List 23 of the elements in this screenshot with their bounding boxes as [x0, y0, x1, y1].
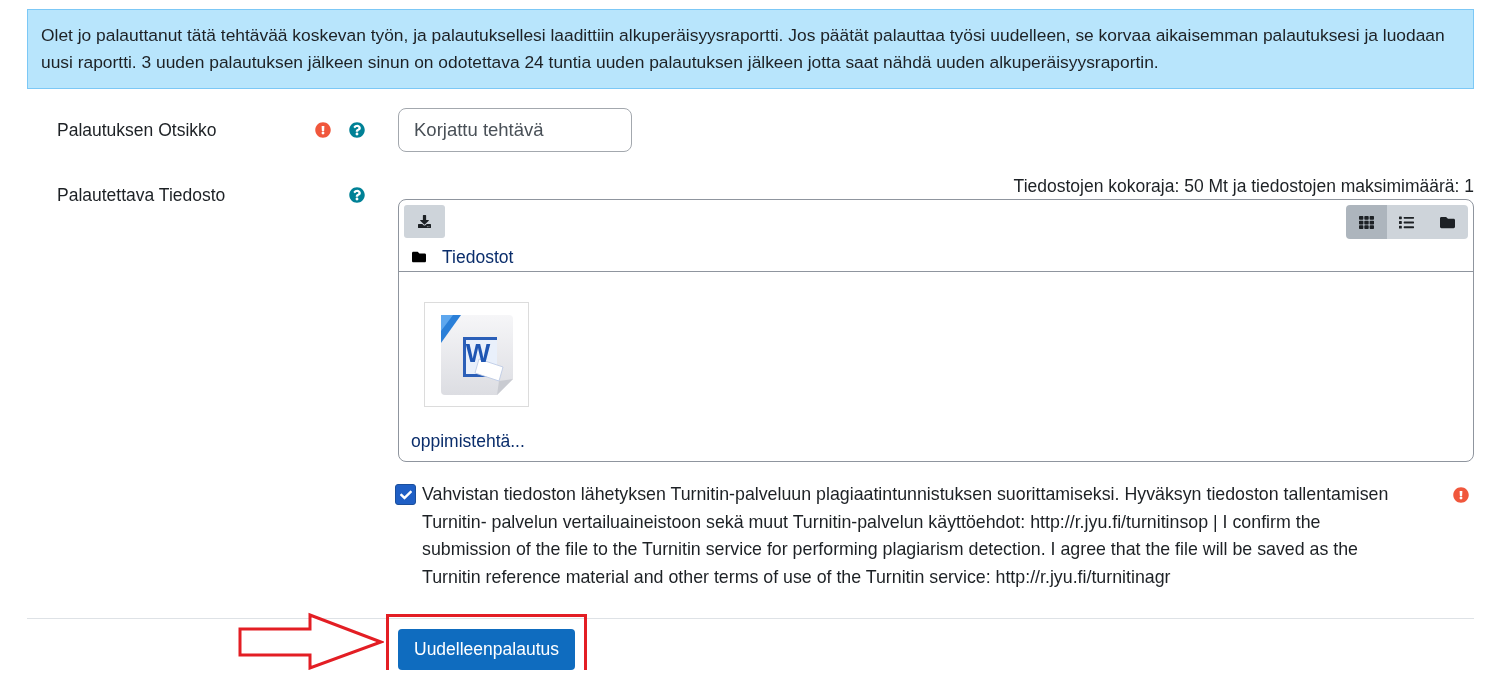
folder-icon [412, 250, 426, 264]
download-button[interactable] [404, 205, 445, 238]
help-icon[interactable] [349, 187, 365, 203]
folder-view-button[interactable] [1427, 205, 1468, 239]
folder-icon [1440, 214, 1456, 230]
download-icon [418, 215, 431, 228]
file-limits-text: Tiedostojen kokoraja: 50 Mt ja tiedostojen maksimimäärä: 1 [1012, 176, 1474, 196]
list-icon [1399, 214, 1415, 230]
help-icon[interactable] [349, 122, 365, 138]
file-name-link[interactable]: oppimistehtä... [411, 431, 525, 451]
list-view-button[interactable] [1386, 205, 1428, 239]
icon-view-button[interactable] [1345, 205, 1387, 239]
title-input[interactable]: Korjattu tehtävä [398, 108, 632, 152]
field-label: Palautuksen Otsikko [57, 119, 217, 141]
grid-icon [1358, 214, 1374, 230]
submit-button[interactable]: Uudelleenpalautus [398, 629, 575, 670]
field-label: Palautettava Tiedosto [57, 184, 226, 206]
folder-path-link[interactable]: Tiedostot [442, 246, 514, 268]
word-file-icon[interactable]: W [424, 302, 529, 407]
agreement-checkbox[interactable] [395, 484, 416, 505]
check-icon [399, 488, 412, 501]
info-notice: Olet jo palauttanut tätä tehtävää koskevan työn, ja palautuksellesi laadittiin alkuperäisyysraportti. Jos päätät palauttaa työsi uudelleen, se korvaa aikaisemman palautuksesi ja luodaan uusi raportti. 3 uuden palautuksen jälkeen sinun on odotettava 24 tuntia uuden palautuksen jälkeen jotta saat nähdä uuden alkuperäisyysraportin. [27, 9, 1474, 89]
agreement-text: Vahvistan tiedoston lähetyksen Turnitin-palveluun plagiaatintunnistuksen suorittamiseksi. Hyväksyn tiedoston tallentamisen Turnitin- palvelun vertailuaineistoon sekä muut Turnitin-palvelun käyttöehdot: http://r.jyu.fi/turnitinsop | I confirm the submission of the file to the Turnitin service for performing plagiarism detection. I agree that the file will be saved as the Turnitin reference material and other terms of use of the Turnitin service: http://r.jyu.fi/turnitinagr [422, 483, 1390, 589]
